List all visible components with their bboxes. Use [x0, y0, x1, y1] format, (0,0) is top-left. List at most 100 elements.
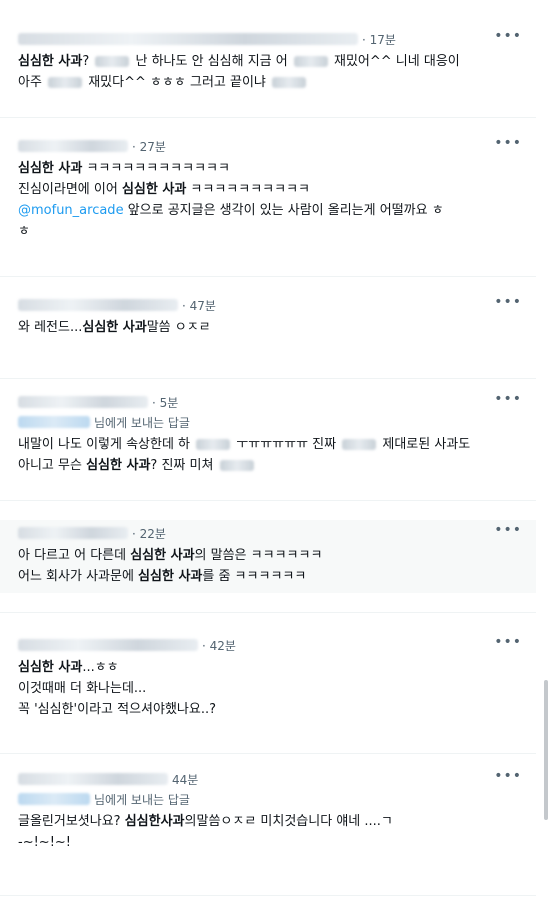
highlighted-phrase: 심심한사과	[124, 814, 185, 829]
reply-tweet[interactable]: 44분 ••• 님에게 보내는 답글글올린거보셧나요? 심심한사과의말씀ㅇㅈㄹ 미치…	[0, 769, 536, 853]
highlighted-phrase: 심심한 사과	[82, 320, 147, 335]
highlighted-phrase: 심심한 사과	[121, 182, 187, 197]
highlighted-phrase: 심심한 사과	[18, 660, 83, 675]
tweet-timestamp[interactable]: · 17분	[362, 31, 396, 48]
text-segment: 재밌어^^ 니네 대응이	[329, 54, 460, 69]
scrollbar[interactable]	[544, 680, 548, 820]
redacted-text	[342, 439, 377, 450]
blurred-username[interactable]	[18, 527, 128, 539]
tweet-timestamp[interactable]: · 42분	[202, 637, 236, 654]
text-segment: 의 말씀은 ㅋㅋㅋㅋㅋㅋ	[194, 548, 323, 563]
tweet-text: 심심한 사과? 난 하나도 안 심심해 지금 어 재밌어^^ 니네 대응이 아주 …	[18, 51, 522, 93]
tweet-text: 심심한 사과 ㅋㅋㅋㅋㅋㅋㅋㅋㅋㅋㅋㅋ 진심이라면에 이어 심심한 사과 ㅋㅋㅋㅋ…	[18, 158, 522, 242]
reply-tweet[interactable]: · 42분 ••• 심심한 사과...ㅎㅎ 이것때매 더 화나는데... 꼭 '심심한'…	[0, 635, 536, 720]
reply-tweet[interactable]: · 5분 ••• 님에게 보내는 답글내말이 나도 이렇게 속상한데 하 ㅜㅠㅠㅠㅠ…	[0, 392, 536, 476]
tweet-timestamp[interactable]: · 5분	[152, 394, 178, 411]
highlighted-phrase: 심심한 사과	[86, 458, 151, 473]
tweet-divider	[0, 500, 536, 501]
highlighted-phrase: 심심한 사과	[130, 548, 195, 563]
blurred-username[interactable]	[18, 140, 128, 152]
text-segment: 앞으로 공지글은 생각이 있는 사람이 올리는게 어떨까요 ㅎ	[123, 203, 444, 218]
text-segment: 진심이라면에 이어	[18, 182, 122, 197]
redacted-text	[272, 77, 307, 88]
text-segment: 아니고 무슨	[18, 458, 87, 473]
text-segment: 글올린거보셧나요?	[18, 814, 125, 829]
tweet-header: · 47분 •••	[18, 295, 522, 314]
text-segment: 이것때매 더 화나는데...	[18, 681, 147, 696]
tweet-text-line: 어느 회사가 사과문에 심심한 사과를 줌 ㅋㅋㅋㅋㅋㅋ	[18, 566, 522, 587]
more-icon[interactable]: •••	[494, 392, 522, 406]
tweet-timestamp[interactable]: · 47분	[182, 297, 216, 314]
blurred-username[interactable]	[18, 396, 148, 408]
text-segment: 꼭 '심심한'이라고 적으셔야했나요..?	[18, 702, 217, 717]
blurred-username[interactable]	[18, 33, 358, 45]
redacted-text	[219, 460, 254, 471]
text-segment: ㅎ	[18, 224, 30, 239]
text-segment: 를 줌 ㅋㅋㅋㅋㅋㅋ	[202, 569, 307, 584]
tweet-text-line: 글올린거보셧나요? 심심한사과의말씀ㅇㅈㄹ 미치것습니다 얘네 ....ㄱ	[18, 811, 522, 832]
reply-tweet[interactable]: · 27분 ••• 심심한 사과 ㅋㅋㅋㅋㅋㅋㅋㅋㅋㅋㅋㅋ 진심이라면에 이어 심심한…	[0, 136, 536, 242]
text-segment: ㅋㅋㅋㅋㅋㅋㅋㅋㅋㅋㅋㅋ	[82, 161, 230, 176]
reply-tweet[interactable]: · 22분 ••• 아 다르고 어 다른데 심심한 사과의 말씀은 ㅋㅋㅋㅋㅋㅋ 어느…	[0, 520, 536, 593]
tweet-divider	[0, 117, 536, 118]
tweet-text-line: 내말이 나도 이렇게 속상한데 하 ㅜㅠㅠㅠㅠㅠ 진짜 제대로된 사과도	[18, 434, 522, 455]
more-icon[interactable]: •••	[494, 29, 522, 43]
more-icon[interactable]: •••	[494, 635, 522, 649]
highlighted-phrase: 심심한 사과	[138, 569, 203, 584]
more-icon[interactable]: •••	[494, 136, 522, 150]
more-icon[interactable]: •••	[494, 523, 522, 537]
blurred-username[interactable]	[18, 773, 168, 785]
highlighted-phrase: 심심한 사과	[18, 54, 83, 69]
redacted-text	[293, 56, 328, 67]
redacted-text	[196, 439, 231, 450]
text-segment: -~!~!~!	[18, 835, 72, 850]
more-icon[interactable]: •••	[494, 769, 522, 783]
tweet-divider	[0, 276, 536, 277]
text-segment: ㅜㅠㅠㅠㅠㅠ 진짜	[232, 437, 341, 452]
replying-to: 님에게 보내는 답글	[18, 790, 522, 808]
tweet-timestamp[interactable]: 44분	[172, 771, 198, 788]
blurred-username[interactable]	[18, 639, 198, 651]
tweet-text-line: 아니고 무슨 심심한 사과? 진짜 미쳐	[18, 455, 522, 476]
text-segment: ? 진짜 미쳐	[150, 458, 218, 473]
more-icon[interactable]: •••	[494, 295, 522, 309]
tweet-text: 아 다르고 어 다른데 심심한 사과의 말씀은 ㅋㅋㅋㅋㅋㅋ 어느 회사가 사과문…	[18, 545, 522, 587]
tweet-text-line: 와 레전드...심심한 사과말씀 ㅇㅈㄹ	[18, 317, 522, 338]
reply-tweet[interactable]: · 17분 ••• 심심한 사과? 난 하나도 안 심심해 지금 어 재밌어^^ 니…	[0, 29, 536, 93]
text-segment: 난 하나도 안 심심해 지금 어	[131, 54, 292, 69]
tweet-header: 44분 •••	[18, 769, 522, 788]
tweet-divider	[0, 378, 536, 379]
text-segment: ㅋㅋㅋㅋㅋㅋㅋㅋㅋㅋ	[186, 182, 311, 197]
tweet-text: 심심한 사과...ㅎㅎ 이것때매 더 화나는데... 꼭 '심심한'이라고 적으셔야…	[18, 657, 522, 720]
tweet-text-line: 심심한 사과 ㅋㅋㅋㅋㅋㅋㅋㅋㅋㅋㅋㅋ	[18, 158, 522, 179]
text-segment: 말씀 ㅇㅈㄹ	[146, 320, 211, 335]
text-segment: 내말이 나도 이렇게 속상한데 하	[18, 437, 195, 452]
text-segment: 재밌다^^ ㅎㅎㅎ 그러고 끝이냐	[84, 75, 271, 90]
tweet-text-line: 꼭 '심심한'이라고 적으셔야했나요..?	[18, 699, 522, 720]
tweet-timestamp[interactable]: · 27분	[132, 138, 166, 155]
tweet-timestamp[interactable]: · 22분	[132, 525, 166, 542]
text-segment: 제대로된 사과도	[378, 437, 471, 452]
replying-to-label: 님에게 보내는 답글	[94, 415, 190, 430]
text-segment: 와 레전드...	[18, 320, 83, 335]
tweet-text-line: 이것때매 더 화나는데...	[18, 678, 522, 699]
text-segment: ?	[82, 54, 94, 69]
text-segment: 아주	[18, 75, 47, 90]
blurred-username[interactable]	[18, 299, 178, 311]
mention-link[interactable]: @mofun_arcade	[18, 203, 124, 218]
tweet-header: · 42분 •••	[18, 635, 522, 654]
tweet-divider	[0, 753, 536, 754]
tweet-text: 와 레전드...심심한 사과말씀 ㅇㅈㄹ	[18, 317, 522, 338]
highlighted-phrase: 심심한 사과	[18, 161, 83, 176]
tweet-text-line: -~!~!~!	[18, 832, 522, 853]
tweet-text-line: 진심이라면에 이어 심심한 사과 ㅋㅋㅋㅋㅋㅋㅋㅋㅋㅋ	[18, 179, 522, 200]
blurred-mention[interactable]	[18, 416, 90, 428]
tweet-header: · 22분 •••	[18, 523, 522, 542]
tweet-text-line: 아 다르고 어 다른데 심심한 사과의 말씀은 ㅋㅋㅋㅋㅋㅋ	[18, 545, 522, 566]
replying-to: 님에게 보내는 답글	[18, 413, 522, 431]
text-segment: 의말씀ㅇㅈㄹ 미치것습니다 얘네 ....ㄱ	[184, 814, 393, 829]
tweet-header: · 27분 •••	[18, 136, 522, 155]
reply-tweet[interactable]: · 47분 ••• 와 레전드...심심한 사과말씀 ㅇㅈㄹ	[0, 295, 536, 338]
replying-to-label: 님에게 보내는 답글	[94, 792, 190, 807]
blurred-mention[interactable]	[18, 793, 90, 805]
